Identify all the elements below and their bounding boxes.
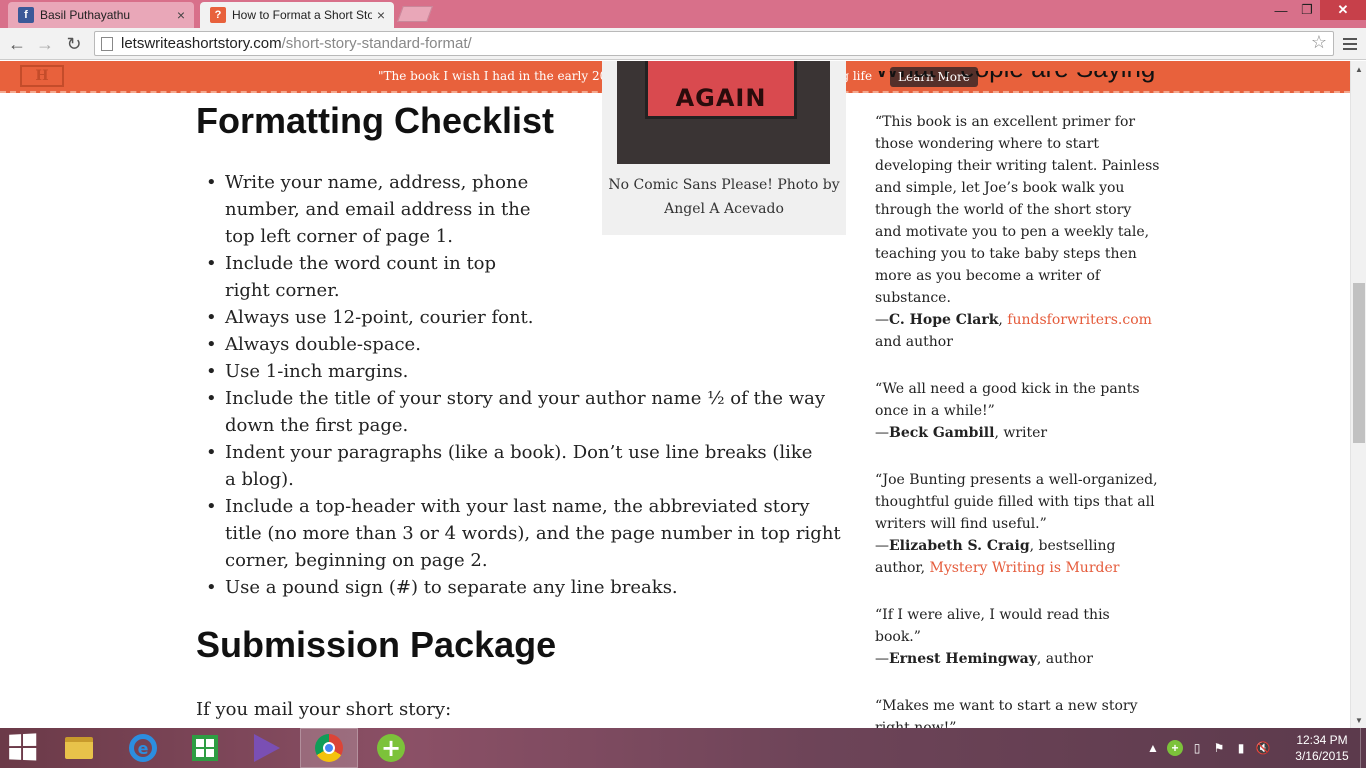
vertical-scrollbar[interactable]: ▲ ▼: [1350, 61, 1366, 728]
volume-mute-icon[interactable]: 🔇: [1255, 740, 1271, 756]
testimonial-quote: “Joe Bunting presents a well-organized, …: [875, 472, 1158, 532]
testimonial: “We all need a good kick in the pants on…: [875, 378, 1160, 444]
list-item: Include the title of your story and your…: [206, 385, 825, 439]
new-tab-button[interactable]: [397, 6, 433, 22]
em-dash: —: [875, 651, 889, 667]
list-item: Indent your paragraphs (like a book). Do…: [206, 439, 825, 493]
scroll-down-arrow-icon[interactable]: ▼: [1351, 712, 1366, 728]
device-icon[interactable]: ▯: [1189, 740, 1205, 756]
file-explorer-button[interactable]: [50, 728, 108, 768]
site-icon: ?: [210, 7, 226, 23]
list-item: Always double-space.: [206, 331, 835, 358]
store-icon: [192, 735, 218, 761]
em-dash: —: [875, 425, 889, 441]
chrome-icon: [315, 734, 343, 762]
browser-toolbar: ← → ↻ letswriteashortstory.com/short-sto…: [0, 28, 1366, 60]
testimonial-author: Elizabeth S. Craig: [889, 538, 1030, 554]
testimonial-quote: “We all need a good kick in the pants on…: [875, 381, 1140, 419]
maximize-icon[interactable]: ❐: [1294, 0, 1320, 20]
submission-package-heading: Submission Package: [196, 624, 557, 665]
store-button[interactable]: [176, 728, 234, 768]
url-path: /short-story-standard-format/: [281, 35, 472, 52]
testimonial: “Makes me want to start a new story righ…: [875, 695, 1160, 728]
page-viewport: H "The book I wish I had in the early 20…: [0, 61, 1366, 728]
reload-icon[interactable]: ↻: [62, 32, 86, 56]
testimonial-author: Beck Gambill: [889, 425, 995, 441]
add-app-icon: +: [377, 734, 405, 762]
bookmark-star-icon[interactable]: ☆: [1311, 32, 1327, 53]
list-item: Write your name, address, phone number, …: [206, 169, 561, 250]
tab-title: Basil Puthayathu: [40, 8, 131, 22]
forward-arrow-icon[interactable]: →: [33, 32, 57, 56]
testimonial-rest: and author: [875, 334, 953, 350]
mystery-writing-link[interactable]: Mystery Writing is Murder: [930, 560, 1120, 576]
mail-paragraph: If you mail your short story:: [196, 699, 452, 720]
testimonial-sep: , author: [1036, 651, 1093, 667]
list-item: Include the word count in top right corn…: [206, 250, 545, 304]
close-icon[interactable]: ×: [372, 7, 390, 23]
tab-title: How to Format a Short Sto: [232, 8, 372, 22]
scroll-up-arrow-icon[interactable]: ▲: [1351, 61, 1366, 77]
show-hidden-icons-icon[interactable]: ▲: [1145, 740, 1161, 756]
clock-date: 3/16/2015: [1295, 749, 1349, 763]
formatting-checklist-heading: Formatting Checklist: [196, 100, 555, 141]
hamburger-menu-icon[interactable]: [1338, 32, 1362, 56]
back-arrow-icon[interactable]: ←: [5, 32, 29, 56]
clock[interactable]: 12:34 PM 3/16/2015: [1290, 732, 1354, 764]
minimize-icon[interactable]: —: [1268, 0, 1294, 20]
em-dash: —: [875, 538, 889, 554]
testimonial-sep: ,: [998, 312, 1008, 328]
testimonial: “Joe Bunting presents a well-organized, …: [875, 469, 1160, 579]
visual-studio-icon: [254, 734, 280, 762]
address-bar[interactable]: letswriteashortstory.com/short-story-sta…: [94, 31, 1334, 56]
site-logo-icon[interactable]: H: [20, 65, 64, 87]
show-desktop-button[interactable]: [1360, 728, 1366, 768]
internet-explorer-icon: e: [129, 734, 157, 762]
page-icon: [101, 36, 113, 51]
visual-studio-button[interactable]: [238, 728, 296, 768]
taskbar: e + ▲ + ▯ ⚑ ▮ 🔇 12:34 PM 3/16/2015: [0, 728, 1366, 768]
internet-explorer-button[interactable]: e: [114, 728, 172, 768]
close-icon[interactable]: ×: [172, 7, 190, 23]
file-explorer-icon: [65, 737, 93, 759]
testimonial: “This book is an excellent primer for th…: [875, 111, 1160, 353]
testimonial: “If I were alive, I would read this book…: [875, 604, 1160, 670]
scroll-thumb[interactable]: [1353, 283, 1365, 443]
tray-app-icon[interactable]: +: [1167, 740, 1183, 756]
testimonial-author: Ernest Hemingway: [889, 651, 1037, 667]
testimonial-quote: “This book is an excellent primer for th…: [875, 114, 1160, 306]
list-item: Use a pound sign (#) to separate any lin…: [206, 574, 835, 601]
windows-start-icon[interactable]: [9, 733, 40, 763]
add-app-button[interactable]: +: [362, 728, 420, 768]
testimonial-author: C. Hope Clark: [889, 312, 999, 328]
clock-time: 12:34 PM: [1296, 733, 1348, 747]
photo-image: AGAIN: [617, 61, 830, 164]
testimonial-sep: , writer: [994, 425, 1048, 441]
sign-text: AGAIN: [645, 61, 797, 119]
facebook-icon: f: [18, 7, 34, 23]
tab-facebook[interactable]: f Basil Puthayathu ×: [8, 2, 194, 28]
network-icon[interactable]: ▮: [1233, 740, 1249, 756]
url-domain: letswriteashortstory.com: [121, 35, 282, 52]
system-tray: ▲ + ▯ ⚑ ▮ 🔇: [1145, 728, 1271, 768]
close-window-icon[interactable]: ✕: [1320, 0, 1366, 20]
list-item: Always use 12-point, courier font.: [206, 304, 835, 331]
testimonial-quote: “If I were alive, I would read this book…: [875, 607, 1110, 645]
list-item: Include a top-header with your last name…: [206, 493, 847, 574]
checklist: Write your name, address, phone number, …: [206, 169, 841, 601]
browser-titlebar: f Basil Puthayathu × ? How to Format a S…: [0, 0, 1366, 28]
testimonial-quote: “Makes me want to start a new story righ…: [875, 698, 1138, 728]
chrome-button[interactable]: [300, 728, 358, 768]
list-item: Use 1-inch margins.: [206, 358, 835, 385]
tab-format-short-story[interactable]: ? How to Format a Short Sto ×: [200, 2, 394, 28]
em-dash: —: [875, 312, 889, 328]
flag-icon[interactable]: ⚑: [1211, 740, 1227, 756]
fundsforwriters-link[interactable]: fundsforwriters.com: [1007, 312, 1152, 328]
